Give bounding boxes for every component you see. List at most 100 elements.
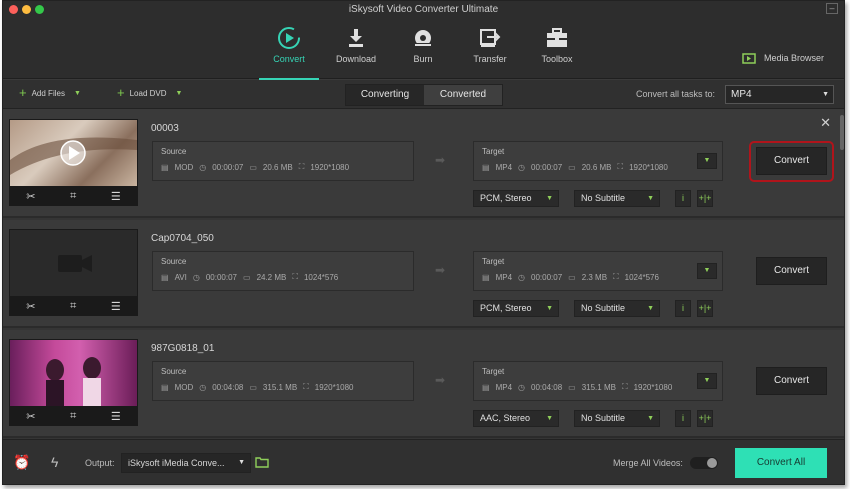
window-title: iSkysoft Video Converter Ultimate <box>348 4 499 15</box>
target-size: 315.1 MB <box>581 382 616 392</box>
chevron-down-icon: ▼ <box>546 305 553 312</box>
task-list: ✂ ⌗ ☰ 00003 ✕ Source ▤ MOD ◷ 00:00:07 ▭ 20.… <box>3 110 844 439</box>
output-format-value: MP4 <box>731 89 752 100</box>
video-thumbnail[interactable]: ✂ ⌗ ☰ <box>9 339 138 426</box>
thumbnail-tools: ✂ ⌗ ☰ <box>9 407 138 426</box>
target-duration: 00:00:07 <box>531 162 563 172</box>
lightning-icon[interactable]: ϟ <box>51 454 58 470</box>
trim-icon[interactable]: ✂ <box>26 190 35 203</box>
tab-convert-label: Convert <box>273 54 305 64</box>
add-files-button[interactable]: + Add Files ▼ <box>19 86 81 99</box>
tab-burn[interactable]: Burn <box>393 23 453 64</box>
info-icon[interactable]: i <box>675 300 691 317</box>
source-header: Source <box>161 367 187 376</box>
plus-icon: + <box>117 85 125 100</box>
split-icon[interactable]: +|+ <box>697 410 713 427</box>
tab-burn-label: Burn <box>413 54 433 64</box>
arrow-right-icon: ➡ <box>435 263 446 277</box>
open-folder-icon[interactable] <box>255 456 269 470</box>
output-folder-select[interactable]: iSkysoft iMedia Conve... ▼ <box>121 453 251 473</box>
video-thumbnail[interactable]: ✂ ⌗ ☰ <box>9 229 138 316</box>
split-icon[interactable]: +|+ <box>697 190 713 207</box>
folder-icon: ▭ <box>249 162 257 172</box>
download-icon <box>326 23 386 53</box>
alarm-clock-icon[interactable]: ⏰ <box>13 454 30 471</box>
merge-all-toggle[interactable] <box>690 457 718 469</box>
task-filename: 00003 <box>151 123 179 134</box>
target-format-dropdown[interactable]: ▼ <box>697 263 717 279</box>
source-duration: 00:00:07 <box>205 272 237 282</box>
chevron-down-icon[interactable]: ▼ <box>176 90 183 97</box>
resolution-icon: ⛶ <box>621 382 628 391</box>
tab-converted[interactable]: Converted <box>424 85 502 105</box>
output-format-select[interactable]: MP4 ▼ <box>725 85 834 104</box>
tab-convert[interactable]: Convert <box>259 23 319 80</box>
convert-button[interactable]: Convert <box>756 257 827 285</box>
subtitle-select[interactable]: No Subtitle ▼ <box>574 410 660 427</box>
tab-download[interactable]: Download <box>326 23 386 64</box>
source-size: 24.2 MB <box>256 272 287 282</box>
status-segmented-control: Converting Converted <box>345 84 503 106</box>
clock-icon: ◷ <box>518 162 525 172</box>
source-info: Source ▤ MOD ◷ 00:00:07 ▭ 20.6 MB ⛶ 1920*108… <box>152 141 414 181</box>
load-dvd-label: Load DVD <box>129 88 167 98</box>
media-browser-label: Media Browser <box>763 53 824 63</box>
crop-icon[interactable]: ⌗ <box>70 410 76 423</box>
convert-all-button[interactable]: Convert All <box>735 448 827 478</box>
tab-toolbox-label: Toolbox <box>541 54 573 64</box>
audio-value: PCM, Stereo <box>480 193 532 203</box>
trim-icon[interactable]: ✂ <box>26 300 35 313</box>
tab-converting[interactable]: Converting <box>346 85 424 105</box>
video-thumbnail[interactable]: ✂ ⌗ ☰ <box>9 119 138 206</box>
output-label: Output: <box>85 458 115 468</box>
target-format: MP4 <box>495 162 513 172</box>
effects-icon[interactable]: ☰ <box>111 410 121 423</box>
transfer-icon <box>460 23 520 53</box>
mini-mode-icon[interactable]: – <box>826 3 838 14</box>
subtitle-select[interactable]: No Subtitle ▼ <box>574 300 660 317</box>
task-filename: Cap0704_050 <box>151 233 214 244</box>
convert-button[interactable]: Convert <box>756 147 827 175</box>
thumbnail-image <box>10 137 137 175</box>
effects-icon[interactable]: ☰ <box>111 190 121 203</box>
scrollbar[interactable] <box>840 115 844 150</box>
task-filename: 987G0818_01 <box>151 343 215 354</box>
source-header: Source <box>161 257 187 266</box>
chevron-down-icon: ▼ <box>822 91 829 98</box>
target-format-dropdown[interactable]: ▼ <box>697 153 717 169</box>
format-icon: ▤ <box>482 272 490 282</box>
subtitle-value: No Subtitle <box>581 303 626 313</box>
convert-button[interactable]: Convert <box>756 367 827 395</box>
crop-icon[interactable]: ⌗ <box>70 300 76 313</box>
tab-toolbox[interactable]: Toolbox <box>527 23 587 64</box>
disc-icon <box>393 23 453 53</box>
info-icon[interactable]: i <box>675 190 691 207</box>
split-icon[interactable]: +|+ <box>697 300 713 317</box>
media-browser-button[interactable]: Media Browser <box>742 52 824 64</box>
format-icon: ▤ <box>482 382 490 392</box>
footer-bar: ⏰ ϟ Output: iSkysoft iMedia Conve... ▼ M… <box>3 439 844 484</box>
toggle-knob <box>707 458 717 468</box>
chevron-down-icon[interactable]: ▼ <box>74 90 81 97</box>
load-dvd-button[interactable]: + Load DVD ▼ <box>117 85 183 100</box>
trim-icon[interactable]: ✂ <box>26 410 35 423</box>
tab-transfer-label: Transfer <box>473 54 507 64</box>
folder-icon: ▭ <box>249 382 257 392</box>
close-icon[interactable]: ✕ <box>820 115 831 131</box>
info-icon[interactable]: i <box>675 410 691 427</box>
audio-select[interactable]: PCM, Stereo ▼ <box>473 300 559 317</box>
target-format-dropdown[interactable]: ▼ <box>697 373 717 389</box>
crop-icon[interactable]: ⌗ <box>70 190 76 203</box>
subtitle-select[interactable]: No Subtitle ▼ <box>574 190 660 207</box>
merge-all-label: Merge All Videos: <box>613 458 683 468</box>
thumbnail-tools: ✂ ⌗ ☰ <box>9 297 138 316</box>
audio-select[interactable]: AAC, Stereo ▼ <box>473 410 559 427</box>
target-format: MP4 <box>495 382 513 392</box>
effects-icon[interactable]: ☰ <box>111 300 121 313</box>
source-duration: 00:00:07 <box>212 162 244 172</box>
resolution-icon: ⛶ <box>303 382 309 391</box>
tab-transfer[interactable]: Transfer <box>460 23 520 64</box>
format-icon: ▤ <box>161 272 169 282</box>
source-duration: 00:04:08 <box>212 382 244 392</box>
audio-select[interactable]: PCM, Stereo ▼ <box>473 190 559 207</box>
